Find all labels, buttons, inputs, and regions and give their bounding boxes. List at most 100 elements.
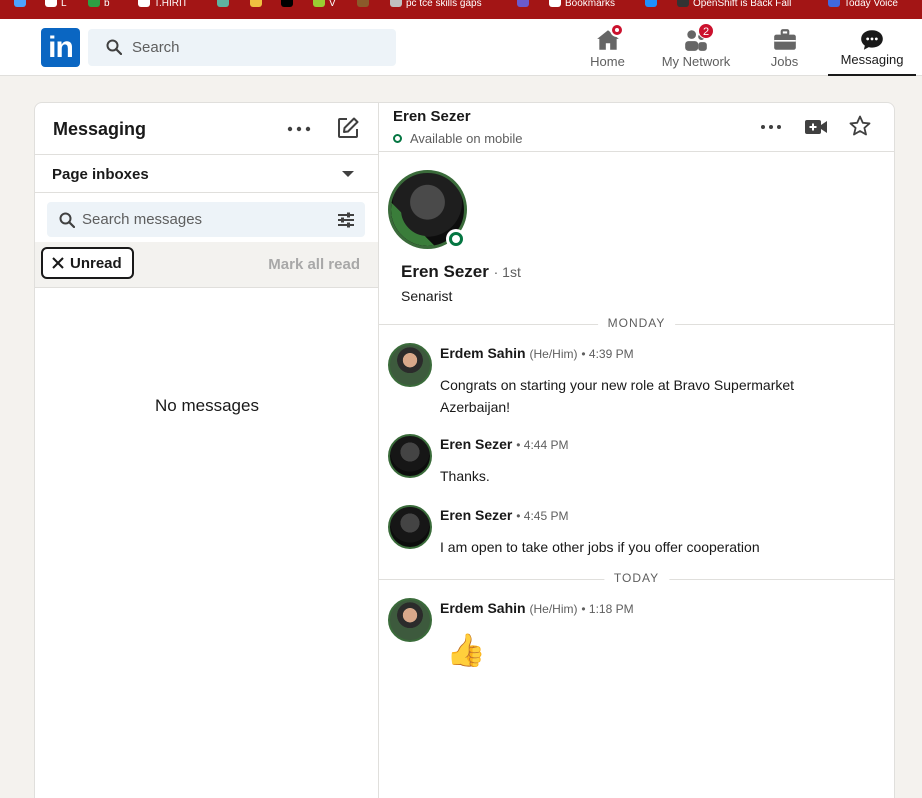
mark-all-read-button[interactable]: Mark all read: [268, 256, 360, 273]
notification-count-badge: 2: [698, 23, 714, 39]
search-filter-button[interactable]: [332, 206, 360, 234]
more-options-button[interactable]: [285, 115, 313, 143]
bookmark-item[interactable]: V: [313, 0, 336, 9]
bookmark-favicon-icon: [828, 0, 840, 7]
bookmark-item[interactable]: OpenShift is Back Fall: [677, 0, 791, 9]
bookmark-item[interactable]: [217, 0, 233, 7]
bookmark-item[interactable]: L: [45, 0, 67, 9]
briefcase-icon: [773, 29, 796, 50]
nav-label-my-network: My Network: [661, 54, 731, 69]
linkedin-logo-icon[interactable]: in: [41, 28, 80, 67]
online-presence-badge: [446, 229, 466, 249]
online-status-icon: [449, 232, 463, 246]
star-icon: [549, 0, 561, 7]
global-search-input[interactable]: Search: [88, 29, 396, 66]
message-meta: Erdem Sahin (He/Him) • 4:39 PM: [440, 345, 634, 361]
message-meta: Eren Sezer • 4:45 PM: [440, 507, 569, 523]
sender-name[interactable]: Eren Sezer: [440, 436, 512, 452]
day-divider-label: MONDAY: [597, 316, 676, 330]
bookmark-item[interactable]: [517, 0, 533, 7]
bookmark-item[interactable]: T.HIRIT: [138, 0, 188, 9]
nav-label-jobs: Jobs: [770, 54, 799, 69]
sender-pronouns: (He/Him): [529, 347, 578, 361]
online-status-icon: [393, 134, 402, 143]
compose-icon: [338, 117, 359, 138]
filter-sliders-icon: [338, 212, 354, 228]
ellipsis-icon: [761, 125, 781, 129]
bookmark-item[interactable]: pc tce skills gaps: [390, 0, 482, 9]
sender-pronouns: (He/Him): [529, 602, 578, 616]
nav-label-home: Home: [590, 54, 625, 69]
sender-avatar[interactable]: [388, 505, 432, 549]
compose-message-button[interactable]: [334, 114, 362, 142]
page-inboxes-label: Page inboxes: [52, 166, 149, 183]
video-call-button[interactable]: [802, 113, 830, 141]
bookmark-item[interactable]: [250, 0, 266, 7]
bookmark-item[interactable]: b: [88, 0, 110, 9]
search-placeholder: Search: [132, 39, 180, 56]
x-icon: [281, 0, 293, 7]
conversation-list-pane: Messaging Page inboxes Search messages U…: [35, 103, 379, 798]
message-meta: Eren Sezer • 4:44 PM: [440, 436, 569, 452]
day-divider: TODAY: [379, 571, 894, 585]
nav-item-my-network[interactable]: 2 My Network: [652, 19, 740, 76]
contact-headline: Senarist: [401, 288, 453, 304]
messaging-header: Messaging: [35, 103, 378, 155]
sender-avatar[interactable]: [388, 598, 432, 642]
video-call-icon: [805, 120, 827, 134]
page-inboxes-dropdown[interactable]: Page inboxes: [35, 155, 378, 193]
bookmark-favicon-icon: [390, 0, 402, 7]
sender-name[interactable]: Eren Sezer: [440, 507, 512, 523]
bookmark-favicon-icon: [645, 0, 657, 7]
conversation-options-button[interactable]: [757, 113, 785, 141]
ellipsis-icon: [287, 126, 311, 132]
bookmark-item[interactable]: [14, 0, 30, 7]
sender-avatar[interactable]: [388, 434, 432, 478]
bookmark-item[interactable]: Today Voice: [828, 0, 898, 9]
bookmark-favicon-icon: [517, 0, 529, 7]
conversation-contact-name[interactable]: Eren Sezer: [393, 108, 471, 125]
bookmark-favicon-icon: [357, 0, 369, 7]
sender-name[interactable]: Erdem Sahin: [440, 600, 526, 616]
bookmarks-bar: L b T.HIRIT V pc tce skills gaps Bookmar…: [0, 0, 922, 19]
messaging-card: Messaging Page inboxes Search messages U…: [34, 102, 895, 798]
bookmark-favicon-icon: [138, 0, 150, 7]
notification-dot: [610, 23, 624, 37]
message-time: • 4:39 PM: [581, 347, 634, 361]
nav-item-jobs[interactable]: Jobs: [757, 19, 812, 76]
bookmark-item[interactable]: Bookmarks: [549, 0, 615, 9]
search-messages-input[interactable]: Search messages: [47, 202, 365, 237]
sender-name[interactable]: Erdem Sahin: [440, 345, 526, 361]
nav-item-messaging[interactable]: Messaging: [828, 19, 916, 76]
search-icon: [106, 39, 122, 55]
nav-item-home[interactable]: Home: [580, 19, 635, 76]
bookmark-favicon-icon: [45, 0, 57, 7]
message-time: • 4:44 PM: [516, 438, 569, 452]
thumbs-up-icon: 👍: [446, 632, 486, 668]
message-body: Congrats on starting your new role at Br…: [440, 377, 795, 415]
message-meta: Erdem Sahin (He/Him) • 1:18 PM: [440, 600, 634, 616]
search-messages-placeholder: Search messages: [82, 211, 203, 228]
presence-status-text: Available on mobile: [410, 131, 523, 146]
unread-filter-label: Unread: [70, 254, 122, 272]
caret-down-icon: [342, 171, 354, 177]
filter-bar: Unread Mark all read: [35, 242, 378, 288]
star-conversation-button[interactable]: [846, 112, 874, 140]
contact-profile-name-text: Eren Sezer: [401, 262, 489, 281]
sender-avatar[interactable]: [388, 343, 432, 387]
unread-filter-chip[interactable]: Unread: [41, 247, 134, 279]
message-body: I am open to take other jobs if you offe…: [440, 539, 760, 555]
contact-profile-name[interactable]: Eren Sezer · 1st: [401, 262, 521, 282]
star-icon: [849, 115, 871, 136]
bookmark-item[interactable]: [357, 0, 373, 7]
day-divider: MONDAY: [379, 316, 894, 330]
empty-state-text: No messages: [155, 396, 259, 415]
bookmark-item[interactable]: [645, 0, 661, 7]
messaging-icon: [861, 30, 883, 50]
bookmark-item[interactable]: [281, 0, 297, 7]
message-body: Thanks.: [440, 468, 490, 484]
presence-status: Available on mobile: [393, 131, 523, 146]
bookmark-favicon-icon: [677, 0, 689, 7]
message-time: • 4:45 PM: [516, 509, 569, 523]
close-icon: [52, 257, 64, 269]
